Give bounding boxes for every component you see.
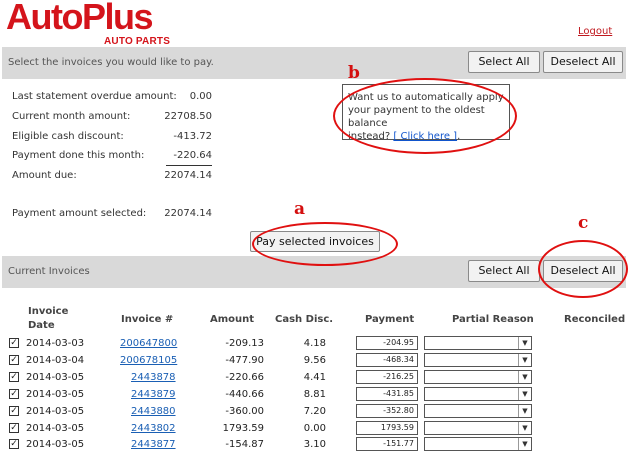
row-amount: -220.66 xyxy=(225,372,264,383)
row-checkbox[interactable]: ✓ xyxy=(9,355,19,365)
table-row: ✓ 2014-03-05 2443877 -154.87 3.10 -151.7… xyxy=(6,437,626,454)
header-cash-disc: Cash Disc. xyxy=(275,314,334,325)
row-checkbox[interactable]: ✓ xyxy=(9,406,19,416)
row-invoice-link[interactable]: 2443879 xyxy=(131,389,176,400)
row-invoice-link[interactable]: 2443802 xyxy=(131,423,176,434)
annotation-label-b: b xyxy=(348,63,360,83)
row-invoice-link[interactable]: 2443878 xyxy=(131,372,176,383)
row-partial-reason-select[interactable]: ▼ xyxy=(424,370,532,384)
row-invoice-link[interactable]: 2443877 xyxy=(131,439,176,450)
row-checkbox[interactable]: ✓ xyxy=(9,338,19,348)
table-row: ✓ 2014-03-05 2443878 -220.66 4.41 -216.2… xyxy=(6,370,626,387)
annotation-label-c: c xyxy=(578,213,589,233)
row-payment-input[interactable]: 1793.59 xyxy=(356,421,418,435)
chevron-down-icon: ▼ xyxy=(518,371,531,383)
row-date: 2014-03-05 xyxy=(26,406,85,417)
table-row: ✓ 2014-03-05 2443880 -360.00 7.20 -352.8… xyxy=(6,404,626,421)
row-date: 2014-03-05 xyxy=(26,389,85,400)
row-cash-disc: 8.81 xyxy=(303,389,326,400)
row-checkbox[interactable]: ✓ xyxy=(9,372,19,382)
summary-label-amount-due: Amount due: xyxy=(12,170,77,181)
row-amount: 1793.59 xyxy=(222,423,264,434)
summary-value-cash-discount: -413.72 xyxy=(173,131,212,142)
payment-selected-label: Payment amount selected: xyxy=(12,208,147,219)
summary-value-current-month: 22708.50 xyxy=(164,111,212,122)
row-payment-input[interactable]: -352.80 xyxy=(356,404,418,418)
row-invoice-link[interactable]: 2443880 xyxy=(131,406,176,417)
select-instruction: Select the invoices you would like to pa… xyxy=(8,57,214,68)
chevron-down-icon: ▼ xyxy=(518,422,531,434)
logout-link[interactable]: Logout xyxy=(578,26,612,37)
row-partial-reason-select[interactable]: ▼ xyxy=(424,353,532,367)
summary-value-overdue: 0.00 xyxy=(189,91,212,102)
row-cash-disc: 0.00 xyxy=(303,423,326,434)
autoplus-logo: AutoPlus AUTO PARTS xyxy=(6,0,176,47)
row-date: 2014-03-05 xyxy=(26,423,85,434)
chevron-down-icon: ▼ xyxy=(518,405,531,417)
header-amount: Amount xyxy=(210,314,255,325)
header-payment: Payment xyxy=(365,314,415,325)
row-invoice-link[interactable]: 200647800 xyxy=(120,338,177,349)
row-checkbox[interactable]: ✓ xyxy=(9,423,19,433)
row-payment-input[interactable]: -151.77 xyxy=(356,437,418,451)
row-cash-disc: 4.18 xyxy=(303,338,326,349)
row-invoice-link[interactable]: 200678105 xyxy=(120,355,177,366)
row-partial-reason-select[interactable]: ▼ xyxy=(424,437,532,451)
annotation-ellipse-c xyxy=(538,240,628,298)
chevron-down-icon: ▼ xyxy=(518,354,531,366)
row-cash-disc: 3.10 xyxy=(303,439,326,450)
row-cash-disc: 4.41 xyxy=(303,372,326,383)
select-all-button-bottom[interactable]: Select All xyxy=(468,260,540,282)
summary-label-current-month: Current month amount: xyxy=(12,111,131,122)
row-amount: -209.13 xyxy=(225,338,264,349)
row-partial-reason-select[interactable]: ▼ xyxy=(424,404,532,418)
annotation-ellipse-a xyxy=(252,222,398,266)
row-partial-reason-select[interactable]: ▼ xyxy=(424,336,532,350)
summary-label-payment-done: Payment done this month: xyxy=(12,150,145,161)
summary-label-cash-discount: Eligible cash discount: xyxy=(12,131,124,142)
select-invoices-bar: Select the invoices you would like to pa… xyxy=(2,47,626,79)
row-payment-input[interactable]: -216.25 xyxy=(356,370,418,384)
logo-wordmark: AutoPlus xyxy=(6,0,154,37)
select-all-button-top[interactable]: Select All xyxy=(468,51,540,73)
row-date: 2014-03-03 xyxy=(26,338,85,349)
annotation-ellipse-b xyxy=(333,78,517,154)
summary-value-payment-done: -220.64 xyxy=(173,150,212,161)
header-reconciled: Reconciled xyxy=(564,314,626,325)
annotation-label-a: a xyxy=(294,199,306,219)
row-cash-disc: 7.20 xyxy=(303,406,326,417)
row-payment-input[interactable]: -468.34 xyxy=(356,353,418,367)
header-invoice-date-2: Date xyxy=(28,320,55,331)
payment-selected-value: 22074.14 xyxy=(164,208,212,219)
table-row: ✓ 2014-03-05 2443802 1793.59 0.00 1793.5… xyxy=(6,421,626,438)
summary-divider xyxy=(166,165,212,166)
row-partial-reason-select[interactable]: ▼ xyxy=(424,387,532,401)
header-invoice-number: Invoice # xyxy=(121,314,174,325)
row-amount: -154.87 xyxy=(225,439,264,450)
chevron-down-icon: ▼ xyxy=(518,388,531,400)
row-cash-disc: 9.56 xyxy=(303,355,326,366)
table-row: ✓ 2014-03-04 200678105 -477.90 9.56 -468… xyxy=(6,353,626,370)
summary-value-amount-due: 22074.14 xyxy=(164,170,212,181)
current-invoices-title: Current Invoices xyxy=(8,266,90,277)
row-date: 2014-03-05 xyxy=(26,439,85,450)
chevron-down-icon: ▼ xyxy=(518,438,531,450)
row-payment-input[interactable]: -431.85 xyxy=(356,387,418,401)
table-row: ✓ 2014-03-05 2443879 -440.66 8.81 -431.8… xyxy=(6,387,626,404)
header-partial-reason: Partial Reason xyxy=(452,314,534,325)
row-amount: -440.66 xyxy=(225,389,264,400)
deselect-all-button-top[interactable]: Deselect All xyxy=(543,51,623,73)
row-payment-input[interactable]: -204.95 xyxy=(356,336,418,350)
chevron-down-icon: ▼ xyxy=(518,337,531,349)
row-date: 2014-03-05 xyxy=(26,372,85,383)
row-date: 2014-03-04 xyxy=(26,355,85,366)
row-checkbox[interactable]: ✓ xyxy=(9,439,19,449)
table-row: ✓ 2014-03-03 200647800 -209.13 4.18 -204… xyxy=(6,336,626,353)
header-invoice-date-1: Invoice xyxy=(28,306,69,317)
row-partial-reason-select[interactable]: ▼ xyxy=(424,421,532,435)
logo-tagline: AUTO PARTS xyxy=(104,36,171,47)
row-amount: -477.90 xyxy=(225,355,264,366)
row-amount: -360.00 xyxy=(225,406,264,417)
row-checkbox[interactable]: ✓ xyxy=(9,389,19,399)
